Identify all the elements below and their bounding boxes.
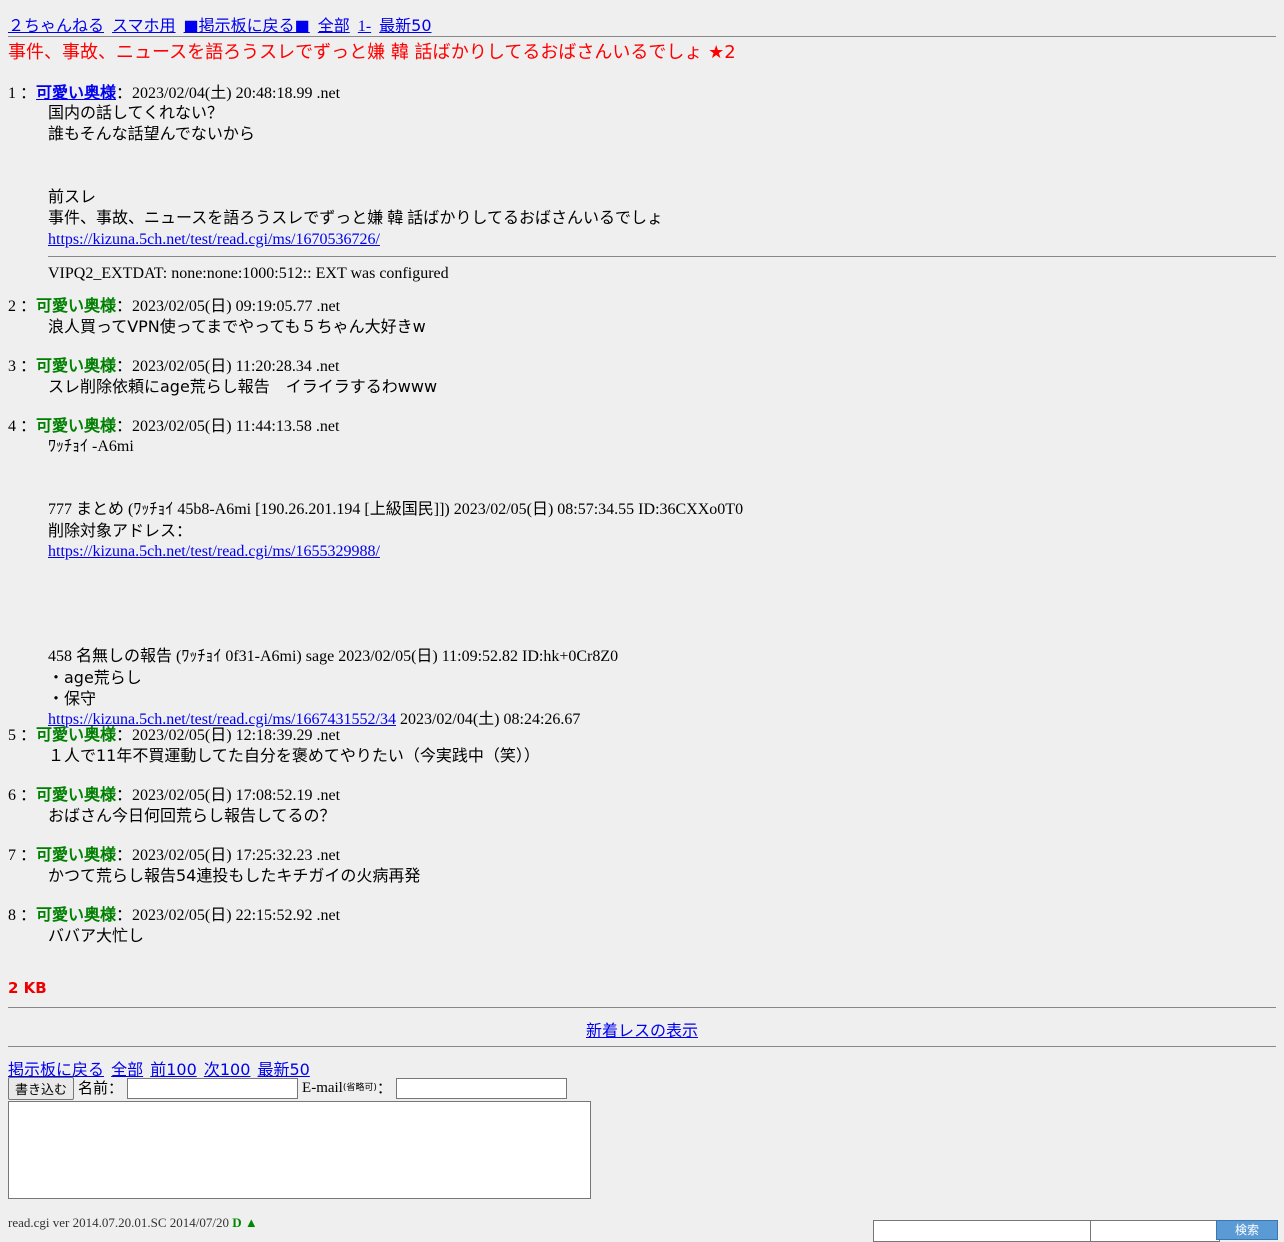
- post-line: １人で11年不買運動してた自分を褒めてやりたい（今実践中（笑））: [48, 746, 540, 765]
- post-line: ・age荒らし: [48, 668, 142, 687]
- post-ext-info: VIPQ2_EXTDAT: none:none:1000:512:: EXT w…: [48, 265, 449, 282]
- post-author: 可愛い奥様: [36, 725, 117, 744]
- post-number: 3 ：: [8, 358, 37, 375]
- post-date: ：2023/02/05(日) 09:19:05.77 .net: [116, 298, 341, 315]
- post-form: 書き込む 名前： E-mail(省略可)：: [8, 1077, 567, 1101]
- divider: [8, 1007, 1276, 1008]
- search-option-input[interactable]: [1090, 1220, 1220, 1242]
- post-divider: [48, 256, 1276, 257]
- email-colon: ：: [376, 1079, 392, 1097]
- post-line: 誰もそんな話望んでないから: [48, 126, 255, 143]
- message-textarea[interactable]: [8, 1101, 591, 1199]
- post-author: 可愛い奥様: [36, 296, 117, 315]
- email-label: E-mail: [302, 1080, 343, 1096]
- post-line: 国内の話してくれない？: [48, 105, 224, 122]
- post-date: ：2023/02/05(日) 17:08:52.19 .net: [116, 787, 341, 804]
- search-button[interactable]: 検索: [1216, 1220, 1278, 1240]
- post-author: 可愛い奥様: [36, 416, 117, 435]
- post-date: ：2023/02/05(日) 17:25:32.23 .net: [116, 847, 341, 864]
- post-line: 777 まとめ (ﾜｯﾁｮｲ 45b8-A6mi [190.26.201.194…: [48, 501, 744, 518]
- link-all[interactable]: 全部: [318, 16, 350, 35]
- post-date: ：2023/02/05(日) 12:18:39.29 .net: [116, 727, 341, 744]
- post-number: 4 ：: [8, 418, 37, 435]
- post-author: 可愛い奥様: [36, 356, 117, 375]
- post-7: 7 ：可愛い奥様：2023/02/05(日) 17:25:32.23 .net …: [8, 844, 1276, 886]
- post-line: かつて荒らし報告54連投もしたキチガイの火病再発: [48, 866, 421, 885]
- email-optional-note: (省略可): [342, 1083, 377, 1093]
- post-link[interactable]: https://kizuna.5ch.net/test/read.cgi/ms/…: [48, 543, 380, 560]
- footer: read.cgi ver 2014.07.20.01.SC 2014/07/20…: [8, 1215, 258, 1231]
- post-line: ﾜｯﾁｮｲ -A6mi: [48, 438, 134, 455]
- post-author: 可愛い奥様: [36, 845, 117, 864]
- footer-badge: D ▲: [232, 1215, 258, 1230]
- post-3: 3 ：可愛い奥様：2023/02/05(日) 11:20:28.34 .net …: [8, 355, 1276, 397]
- search-input[interactable]: [873, 1220, 1094, 1242]
- post-author: 可愛い奥様: [36, 785, 117, 804]
- post-date: ：2023/02/05(日) 22:15:52.92 .net: [116, 907, 341, 924]
- new-responses-link[interactable]: 新着レスの表示: [586, 1021, 698, 1040]
- post-line: 事件、事故、ニュースを語ろうスレでずっと嫌 韓 話ばかりしてるおばさんいるでしょ: [48, 210, 664, 227]
- post-line: おばさん今日何回荒らし報告してるの？: [48, 806, 336, 825]
- post-5: 5 ：可愛い奥様：2023/02/05(日) 12:18:39.29 .net …: [8, 724, 1276, 766]
- divider: [8, 1046, 1276, 1047]
- post-8: 8 ：可愛い奥様：2023/02/05(日) 22:15:52.92 .net …: [8, 904, 1276, 946]
- post-number: 5 ：: [8, 727, 37, 744]
- post-link[interactable]: https://kizuna.5ch.net/test/read.cgi/ms/…: [48, 231, 380, 248]
- name-field[interactable]: [127, 1078, 299, 1099]
- post-number: 6 ：: [8, 787, 37, 804]
- divider: [8, 36, 1276, 37]
- post-author-link[interactable]: 可愛い奥様: [36, 83, 116, 102]
- post-number: 1 ：: [8, 85, 37, 102]
- post-4: 4 ：可愛い奥様：2023/02/05(日) 11:44:13.58 .net …: [8, 415, 1276, 730]
- post-line: 458 名無しの報告 (ﾜｯﾁｮｲ 0f31-A6mi) sage 2023/0…: [48, 648, 619, 665]
- post-line: 前スレ: [48, 189, 97, 206]
- post-date: ：2023/02/05(日) 11:20:28.34 .net: [116, 358, 340, 375]
- link-2channel[interactable]: ２ちゃんねる: [8, 16, 104, 35]
- post-line: [48, 145, 1276, 166]
- post-line: 削除対象アドレス：: [48, 521, 193, 540]
- post-number: 2 ：: [8, 298, 37, 315]
- post-2: 2 ：可愛い奥様：2023/02/05(日) 09:19:05.77 .net …: [8, 295, 1276, 337]
- email-field[interactable]: [395, 1078, 567, 1099]
- thread-size: 2 KB: [8, 979, 47, 997]
- post-line: ・保守: [48, 689, 97, 708]
- post-author: 可愛い奥様: [36, 905, 117, 924]
- post-line: [48, 166, 1276, 187]
- link-smartphone[interactable]: スマホ用: [112, 16, 176, 35]
- post-number: 8 ：: [8, 907, 37, 924]
- post-6: 6 ：可愛い奥様：2023/02/05(日) 17:08:52.19 .net …: [8, 784, 1276, 826]
- thread-title: 事件、事故、ニュースを語ろうスレでずっと嫌 韓 話ばかりしてるおばさんいるでしょ…: [8, 42, 736, 63]
- post-line: 浪人買ってVPN使ってまでやっても５ちゃん大好きw: [48, 317, 426, 336]
- top-navigation: ２ちゃんねる スマホ用 ■掲示板に戻る■ 全部 1- 最新50: [8, 16, 436, 37]
- post-number: 7 ：: [8, 847, 37, 864]
- post-date: ：2023/02/04(土) 20:48:18.99 .net: [116, 85, 341, 102]
- submit-button[interactable]: 書き込む: [8, 1077, 75, 1100]
- post-1: 1 ：可愛い奥様：2023/02/04(土) 20:48:18.99 .net …: [8, 82, 1276, 284]
- footer-version: read.cgi ver 2014.07.20.01.SC 2014/07/20: [8, 1215, 229, 1230]
- link-from-1[interactable]: 1-: [358, 18, 371, 35]
- link-latest-50[interactable]: 最新50: [379, 16, 431, 35]
- post-line: スレ削除依頼にage荒らし報告 イライラするわwww: [48, 377, 438, 396]
- post-line: ババア大忙し: [48, 926, 145, 945]
- link-back-to-board[interactable]: ■掲示板に戻る■: [184, 16, 310, 35]
- post-date: ：2023/02/05(日) 11:44:13.58 .net: [116, 418, 340, 435]
- name-label: 名前：: [78, 1079, 124, 1097]
